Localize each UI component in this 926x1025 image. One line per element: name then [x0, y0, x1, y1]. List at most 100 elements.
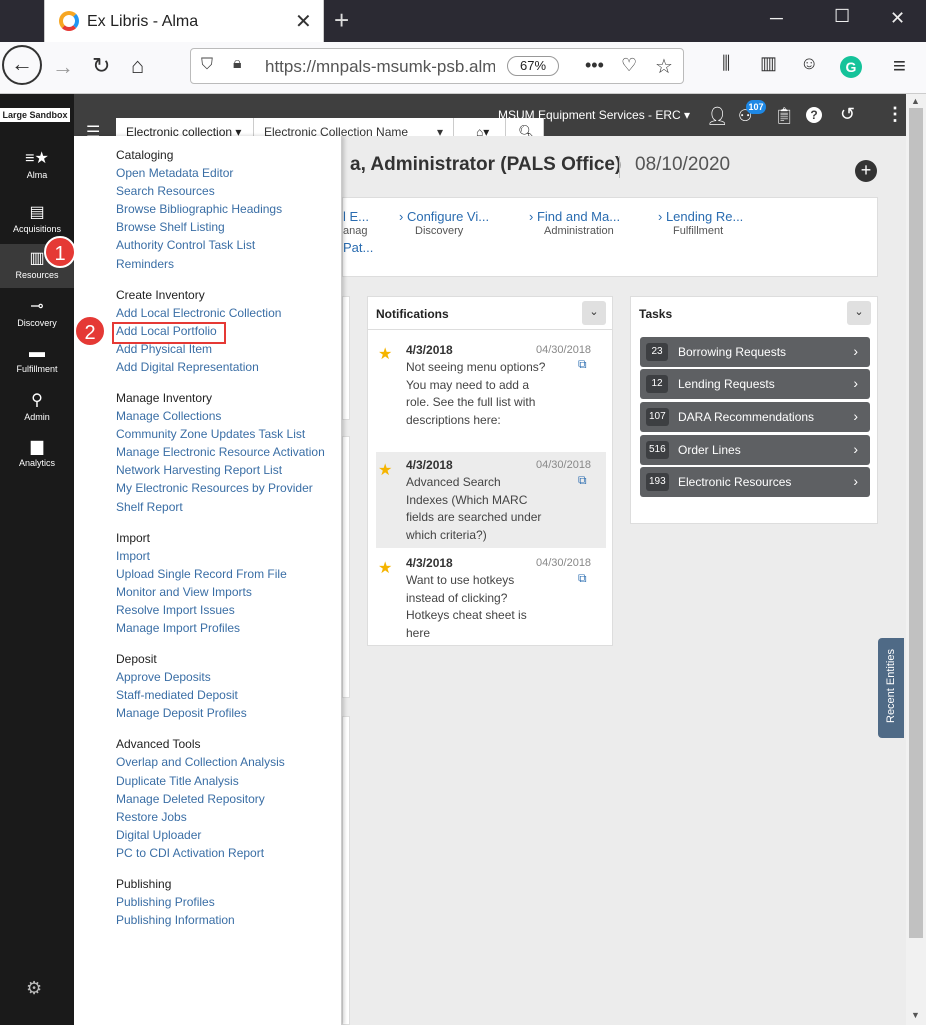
menu-item[interactable]: Restore Jobs [116, 810, 187, 824]
task-item[interactable]: 193 Electronic Resources › [640, 467, 870, 497]
sidebar-item-admin[interactable]: ⚲ Admin [0, 386, 74, 430]
quicklink-2[interactable]: › Configure Vi... [399, 209, 489, 224]
more-vertical-icon[interactable]: ⋮ [886, 104, 904, 125]
maximize-icon[interactable]: ☐ [834, 6, 850, 27]
url-text[interactable]: https://mnpals-msumk-psb.alm [265, 57, 495, 77]
task-item[interactable]: 12 Lending Requests › [640, 369, 870, 399]
menu-section-heading: Advanced Tools [116, 737, 201, 752]
more-icon[interactable]: ••• [585, 55, 604, 76]
menu-item[interactable]: Add Local Electronic Collection [116, 306, 281, 320]
task-count: 107 [646, 408, 669, 426]
scroll-down-icon[interactable]: ▼ [911, 1010, 920, 1020]
menu-item[interactable]: Search Resources [116, 184, 215, 198]
callout-2: 2 [74, 315, 106, 347]
menu-item[interactable]: Upload Single Record From File [116, 567, 287, 581]
forward-icon[interactable]: → [52, 54, 74, 80]
zoom-level[interactable]: 67% [507, 56, 559, 76]
close-window-icon[interactable]: ✕ [890, 8, 905, 29]
menu-item[interactable]: Resolve Import Issues [116, 603, 235, 617]
back-icon[interactable]: ← [2, 45, 42, 85]
menu-item[interactable]: Import [116, 549, 150, 563]
sidebar-item-alma[interactable]: ≡★ Alma [0, 144, 74, 188]
chevron-down-icon[interactable]: ⌄ [582, 301, 606, 325]
help-icon[interactable]: ? [806, 107, 822, 123]
menu-item[interactable]: Manage Deposit Profiles [116, 706, 247, 720]
menu-item[interactable]: Community Zone Updates Task List [116, 427, 305, 441]
menu-item[interactable]: Digital Uploader [116, 828, 201, 842]
lock-icon[interactable]: 🔒︎ [233, 55, 242, 73]
shield-icon[interactable]: ⛉ [201, 56, 213, 74]
add-widget-icon[interactable]: + [855, 160, 877, 182]
pocket-icon[interactable]: ♡ [621, 55, 637, 76]
quicklink-2-sub: Discovery [415, 225, 464, 237]
menu-item[interactable]: PC to CDI Activation Report [116, 846, 264, 860]
menu-item[interactable]: My Electronic Resources by Provider [116, 481, 313, 495]
quicklink-3[interactable]: › Find and Ma... [529, 209, 620, 224]
menu-item[interactable]: Authority Control Task List [116, 238, 255, 252]
task-item[interactable]: 516 Order Lines › [640, 435, 870, 465]
grammarly-icon[interactable]: G [840, 56, 862, 78]
menu-item[interactable]: Open Metadata Editor [116, 166, 233, 180]
menu-icon[interactable]: ≡ [893, 53, 906, 79]
menu-item[interactable]: Duplicate Title Analysis [116, 774, 239, 788]
minimize-icon[interactable]: ─ [770, 8, 783, 29]
menu-item[interactable]: Manage Collections [116, 409, 221, 423]
quicklink-5[interactable]: Pat... [343, 240, 373, 255]
quick-links: l E... anag Pat... › Configure Vi... Dis… [342, 197, 878, 277]
chevron-down-icon[interactable]: ⌄ [847, 301, 871, 325]
browser-tab[interactable]: Ex Libris - Alma ✕ [44, 0, 324, 42]
browser-navbar: ← → ↻ ⌂ ⛉ 🔒︎ https://mnpals-msumk-psb.al… [0, 42, 926, 94]
task-label: Electronic Resources [678, 475, 792, 489]
reload-icon[interactable]: ↻ [92, 53, 110, 79]
sidebar-item-discovery[interactable]: ⊸ Discovery [0, 292, 74, 336]
menu-item[interactable]: Manage Electronic Resource Activation [116, 445, 325, 459]
scrollbar-thumb[interactable] [909, 108, 923, 938]
menu-item[interactable]: Shelf Report [116, 500, 183, 514]
sidebar-item-fulfillment[interactable]: ▬ Fulfillment [0, 338, 74, 382]
bookmark-star-icon[interactable]: ☆ [655, 54, 673, 79]
menu-item[interactable]: Publishing Information [116, 913, 235, 927]
url-bar[interactable]: ⛉ 🔒︎ https://mnpals-msumk-psb.alm 67% ••… [190, 48, 684, 84]
quicklink-4[interactable]: › Lending Re... [658, 209, 743, 224]
menu-item[interactable]: Add Digital Representation [116, 360, 259, 374]
recent-entities-tab[interactable]: Recent Entities [878, 638, 904, 738]
menu-section-heading: Create Inventory [116, 287, 205, 302]
sidebar-icon[interactable]: ▥ [760, 53, 777, 74]
tasks-panel: Tasks ⌄ 23 Borrowing Requests › 12 Lending … [630, 296, 878, 524]
library-icon[interactable]: ⫼ [722, 53, 730, 74]
notification-date2: 04/30/2018 [536, 344, 592, 356]
quicklink-1-sub: anag [343, 225, 368, 237]
task-item[interactable]: 107 DARA Recommendations › [640, 402, 870, 432]
user-icon[interactable]: 👤︎ [706, 106, 729, 127]
close-tab-icon[interactable]: ✕ [295, 9, 312, 34]
external-link-icon[interactable]: ⧉ [578, 571, 587, 586]
scroll-up-icon[interactable]: ▲ [911, 96, 920, 106]
alma-logo-icon [59, 11, 79, 31]
quicklink-4-sub: Fulfillment [673, 225, 724, 237]
account-icon[interactable]: ☺ [800, 53, 818, 74]
menu-item[interactable]: Overlap and Collection Analysis [116, 755, 285, 769]
external-link-icon[interactable]: ⧉ [578, 473, 587, 488]
menu-item[interactable]: Staff-mediated Deposit [116, 688, 238, 702]
history-icon[interactable]: ↺ [840, 104, 855, 125]
page-date: 08/10/2020 [635, 154, 731, 175]
task-item[interactable]: 23 Borrowing Requests › [640, 337, 870, 367]
sidebar-item-analytics[interactable]: ▆ Analytics [0, 432, 74, 476]
menu-item[interactable]: Manage Import Profiles [116, 621, 240, 635]
menu-item[interactable]: Publishing Profiles [116, 895, 215, 909]
quicklink-3-sub: Administration [544, 225, 614, 237]
menu-item[interactable]: Manage Deleted Repository [116, 792, 265, 806]
quicklink-1[interactable]: l E... [343, 209, 369, 224]
new-tab-icon[interactable]: + [334, 5, 349, 36]
task-count: 193 [646, 473, 669, 491]
menu-item[interactable]: Browse Shelf Listing [116, 220, 225, 234]
menu-item[interactable]: Approve Deposits [116, 670, 211, 684]
menu-item[interactable]: Monitor and View Imports [116, 585, 252, 599]
tasks-clipboard-icon[interactable]: 📋︎ [774, 106, 794, 126]
home-icon[interactable]: ⌂ [131, 53, 144, 79]
menu-item[interactable]: Network Harvesting Report List [116, 463, 282, 477]
external-link-icon[interactable]: ⧉ [578, 357, 587, 372]
settings-gear-icon[interactable]: ⚙ [26, 978, 42, 999]
menu-item[interactable]: Browse Bibliographic Headings [116, 202, 282, 216]
menu-item[interactable]: Reminders [116, 257, 174, 271]
